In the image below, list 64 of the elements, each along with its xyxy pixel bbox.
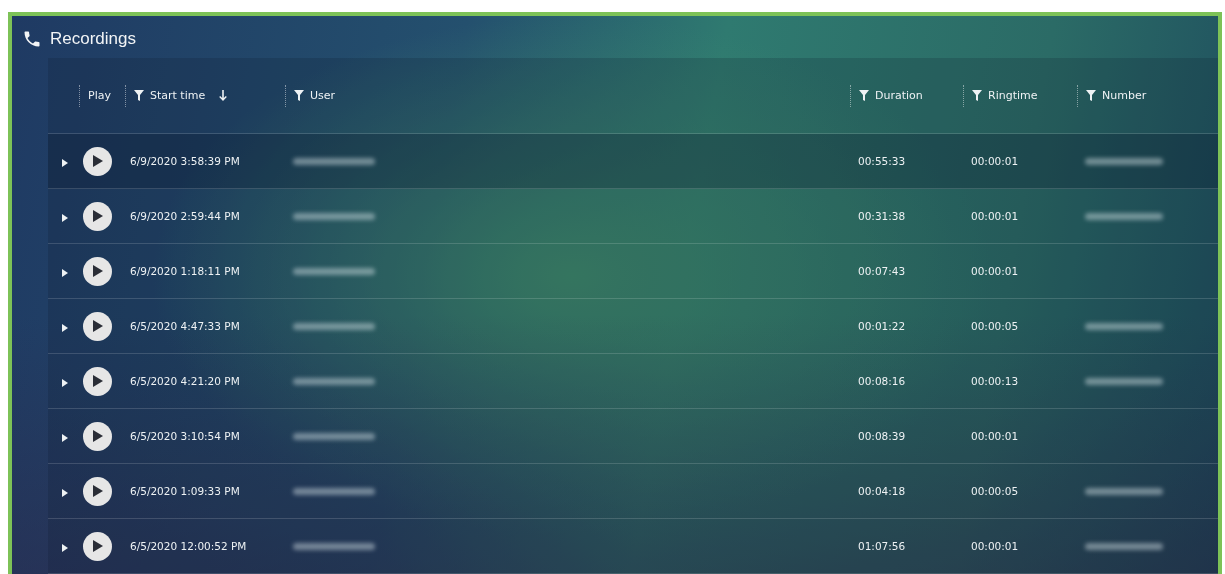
play-button[interactable] bbox=[83, 531, 112, 561]
expand-arrow-icon bbox=[62, 378, 68, 387]
table-cell-text: 00:00:05 bbox=[970, 320, 1020, 332]
table-cell-text: 6/9/2020 1:18:11 PM bbox=[129, 265, 241, 277]
expand-arrow-icon bbox=[62, 488, 68, 497]
table-cell-text: 00:08:16 bbox=[857, 375, 907, 387]
play-button[interactable] bbox=[83, 201, 112, 231]
play-icon bbox=[92, 155, 103, 167]
play-icon bbox=[92, 485, 103, 497]
table-cell-text: 6/9/2020 2:59:44 PM bbox=[129, 210, 241, 222]
column-header[interactable]: Start time bbox=[125, 84, 285, 107]
table-cell-text: 01:07:56 bbox=[857, 540, 907, 552]
play-icon bbox=[92, 320, 103, 332]
table-cell-text: 00:04:18 bbox=[857, 485, 907, 497]
play-button[interactable] bbox=[83, 256, 112, 286]
play-button[interactable] bbox=[83, 146, 112, 176]
play-button[interactable] bbox=[83, 476, 112, 506]
table-row[interactable]: 6/9/2020 1:18:11 PM 00:07:43 00:00:01 bbox=[48, 244, 1218, 299]
table-cell-text: 6/5/2020 1:09:33 PM bbox=[129, 485, 241, 497]
play-icon bbox=[92, 540, 103, 552]
expand-arrow-icon bbox=[62, 213, 68, 222]
phone-icon bbox=[22, 29, 42, 49]
play-button[interactable] bbox=[83, 311, 112, 341]
table-cell-text: 00:00:13 bbox=[970, 375, 1020, 387]
column-header[interactable]: Duration bbox=[850, 84, 963, 107]
column-header[interactable]: Number bbox=[1077, 84, 1218, 107]
table-cell-text: 00:00:01 bbox=[970, 155, 1020, 167]
expand-arrow-icon bbox=[62, 158, 68, 167]
play-icon bbox=[92, 265, 103, 277]
table-cell-text: 00:00:01 bbox=[970, 540, 1020, 552]
expand-arrow-icon bbox=[62, 433, 68, 442]
table-cell-text: 6/5/2020 3:10:54 PM bbox=[129, 430, 241, 442]
panel-title: Recordings bbox=[50, 29, 136, 49]
table-row[interactable]: 6/9/2020 2:59:44 PM 00:31:38 00:00:01 bbox=[48, 189, 1218, 244]
play-button[interactable] bbox=[83, 421, 112, 451]
table-cell-text: 00:31:38 bbox=[857, 210, 907, 222]
column-header[interactable]: Ringtime bbox=[963, 84, 1077, 107]
table-cell-text: 00:07:43 bbox=[857, 265, 907, 277]
table-cell-text: 00:00:05 bbox=[970, 485, 1020, 497]
expand-arrow-icon bbox=[62, 323, 68, 332]
table-cell-text: 00:00:01 bbox=[970, 265, 1020, 277]
play-icon bbox=[92, 210, 103, 222]
table-cell-text: 00:08:39 bbox=[857, 430, 907, 442]
table-cell-text: 6/5/2020 4:47:33 PM bbox=[129, 320, 241, 332]
expand-arrow-icon bbox=[62, 543, 68, 552]
table-cell-text: 6/9/2020 3:58:39 PM bbox=[129, 155, 241, 167]
table-row[interactable]: 6/5/2020 12:00:52 PM 01:07:56 00:00:01 bbox=[48, 519, 1218, 574]
table-row[interactable]: 6/9/2020 3:58:39 PM 00:55:33 00:00:01 bbox=[48, 134, 1218, 189]
table-cell-text: 6/5/2020 12:00:52 PM bbox=[129, 540, 248, 552]
table-row[interactable]: 6/5/2020 3:10:54 PM 00:08:39 00:00:01 bbox=[48, 409, 1218, 464]
table-cell-text: 00:55:33 bbox=[857, 155, 907, 167]
table-row[interactable]: 6/5/2020 1:09:33 PM 00:04:18 00:00:05 bbox=[48, 464, 1218, 519]
table-row[interactable]: 6/5/2020 4:21:20 PM 00:08:16 00:00:13 bbox=[48, 354, 1218, 409]
table-cell-text: 00:00:01 bbox=[970, 210, 1020, 222]
table-row[interactable]: 6/5/2020 4:47:33 PM 00:01:22 00:00:05 bbox=[48, 299, 1218, 354]
table-cell-text: 6/5/2020 4:21:20 PM bbox=[129, 375, 241, 387]
column-header[interactable]: User bbox=[285, 84, 850, 107]
table-cell-text: 00:01:22 bbox=[857, 320, 907, 332]
column-header[interactable]: Play bbox=[79, 84, 125, 107]
expand-arrow-icon bbox=[62, 268, 68, 277]
table-cell-text: 00:00:01 bbox=[970, 430, 1020, 442]
play-icon bbox=[92, 375, 103, 387]
play-icon bbox=[92, 430, 103, 442]
play-button[interactable] bbox=[83, 366, 112, 396]
